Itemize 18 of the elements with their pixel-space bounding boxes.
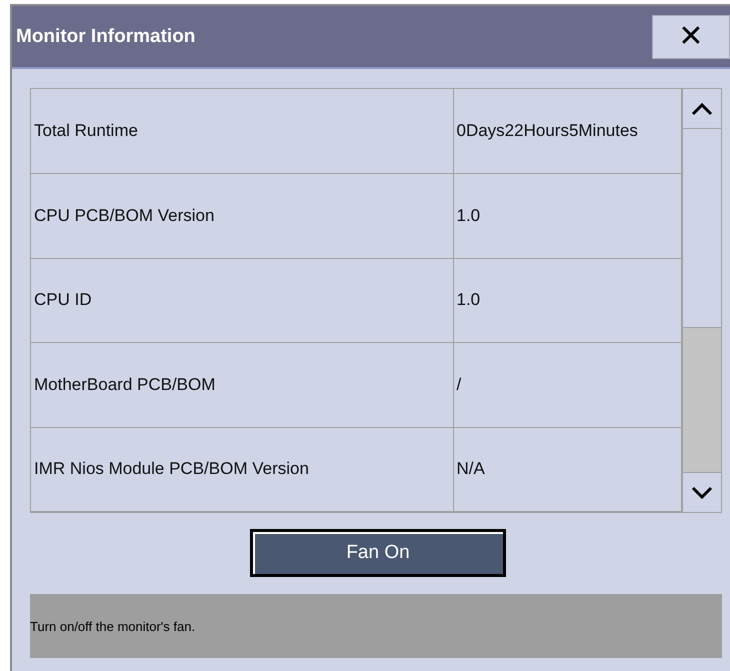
window-title: Monitor Information (15, 26, 196, 48)
close-button[interactable]: ✕ (652, 14, 730, 58)
scrollbar[interactable] (682, 89, 721, 512)
scrollbar-thumb[interactable] (683, 326, 721, 472)
row-value: 0Days22Hours5Minutes (453, 89, 682, 174)
chevron-down-icon (691, 486, 714, 500)
row-label: IMR Nios Module PCB/BOM Version (31, 427, 453, 512)
row-label: CPU ID (31, 258, 453, 342)
row-label: Total Runtime (31, 89, 453, 174)
row-value: N/A (453, 427, 682, 512)
fan-on-button[interactable]: Fan On (250, 529, 506, 577)
chevron-up-icon (691, 102, 714, 116)
row-value: 1.0 (453, 174, 682, 258)
row-value: 1.0 (453, 258, 682, 342)
row-value: / (453, 342, 682, 427)
help-text: Turn on/off the monitor's fan. (30, 594, 722, 658)
row-label: MotherBoard PCB/BOM (31, 342, 453, 427)
row-label: CPU PCB/BOM Version (31, 174, 453, 258)
